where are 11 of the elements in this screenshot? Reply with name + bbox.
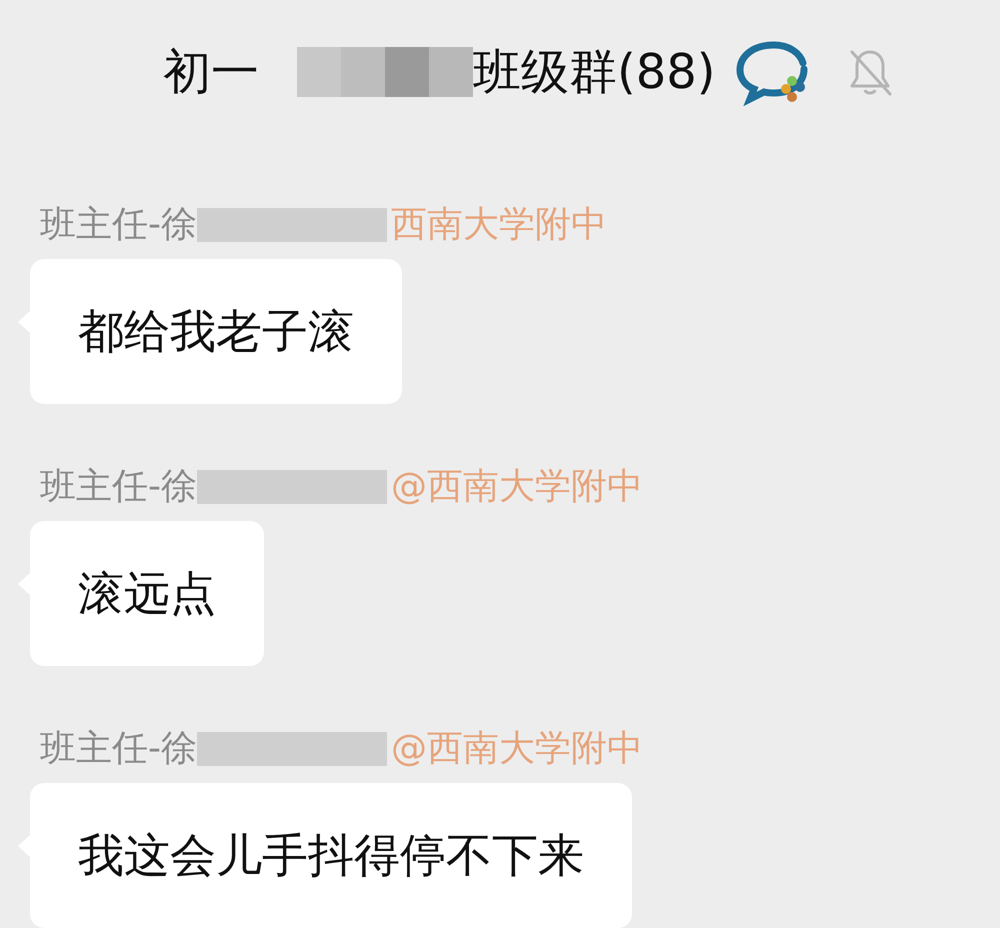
chat-title: 班级群(88) bbox=[473, 43, 716, 102]
chat-title: 初一 bbox=[163, 43, 259, 102]
sender-name: 班主任-徐 bbox=[40, 203, 197, 247]
message-bubble: 滚远点 bbox=[30, 521, 264, 666]
sender-affiliation: @西南大学附中 bbox=[391, 727, 643, 771]
sender-affiliation: 西南大学附中 bbox=[391, 203, 607, 247]
sender-affiliation: @西南大学附中 bbox=[391, 465, 643, 509]
sender-name: 班主任-徐 bbox=[40, 465, 197, 509]
sender-name: 班主任-徐 bbox=[40, 727, 197, 771]
message-bubble: 都给我老子滚 bbox=[30, 259, 402, 404]
message-bubble: 我这会儿手抖得停不下来 bbox=[30, 783, 632, 928]
